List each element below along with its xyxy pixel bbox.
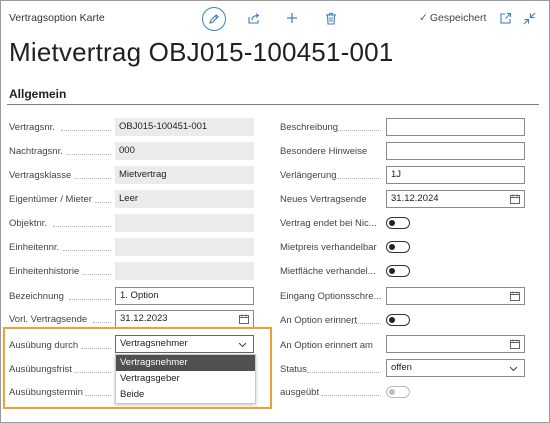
field-besondere-hinweise[interactable] bbox=[386, 142, 525, 160]
toggle-knob bbox=[389, 220, 395, 226]
toggle-mietpreis-verhandelbar[interactable] bbox=[386, 241, 410, 253]
trash-icon bbox=[326, 12, 336, 25]
field-nachtragsnr[interactable]: 000 bbox=[115, 142, 254, 160]
label-an-option-erinnert-am: An Option erinnert am bbox=[280, 340, 373, 351]
field-an-option-erinnert-am[interactable] bbox=[386, 335, 525, 353]
toggle-an-option-erinnert[interactable] bbox=[386, 314, 410, 326]
leader-dots bbox=[53, 226, 111, 227]
toggle-vertrag-endet[interactable] bbox=[386, 217, 410, 229]
toggle-knob bbox=[389, 317, 395, 323]
share-button[interactable] bbox=[246, 10, 262, 26]
label-vorl-vertragsende: Vorl. Vertragsende bbox=[9, 314, 88, 325]
toggle-knob bbox=[389, 389, 395, 395]
leader-dots bbox=[307, 372, 381, 373]
saved-status-label: Gespeichert bbox=[429, 12, 487, 24]
checkmark-icon: ✓ bbox=[419, 12, 428, 24]
field-vertragsklasse[interactable]: Mietvertrag bbox=[115, 166, 254, 184]
page-caption: Vertragsoption Karte bbox=[9, 12, 105, 24]
calendar-icon[interactable] bbox=[510, 291, 520, 301]
field-verlaengerung-value: 1J bbox=[391, 169, 402, 180]
leader-dots bbox=[337, 130, 381, 131]
label-einheitenhistorie: Einheitenhistorie bbox=[9, 266, 80, 277]
leader-dots bbox=[83, 274, 111, 275]
field-verlaengerung[interactable]: 1J bbox=[386, 166, 525, 184]
leader-dots bbox=[95, 202, 111, 203]
calendar-icon[interactable] bbox=[510, 194, 520, 204]
delete-button[interactable] bbox=[323, 10, 339, 26]
label-beschreibung: Beschreibung bbox=[280, 122, 339, 133]
section-divider bbox=[7, 104, 539, 105]
toggle-knob bbox=[389, 268, 395, 274]
chevron-down-icon bbox=[509, 366, 518, 372]
field-einheitennr[interactable] bbox=[115, 238, 254, 256]
calendar-icon[interactable] bbox=[510, 339, 520, 349]
label-einheitennr: Einheitennr. bbox=[9, 242, 60, 253]
leader-dots bbox=[75, 178, 111, 179]
label-nachtragsnr: Nachtragsnr. bbox=[9, 146, 63, 157]
field-eingang-optionsschreiben[interactable] bbox=[386, 287, 525, 305]
field-neues-vertragsende[interactable]: 31.12.2024 bbox=[386, 190, 525, 208]
leader-dots bbox=[93, 322, 111, 323]
label-mietflaeche-verhandelbar: Mietfläche verhandel... bbox=[280, 266, 376, 277]
field-beschreibung[interactable] bbox=[386, 118, 525, 136]
field-vorl-vertragsende[interactable]: 31.12.2023 bbox=[115, 310, 254, 328]
edit-icon bbox=[209, 14, 219, 24]
label-besondere-hinweise: Besondere Hinweise bbox=[280, 146, 368, 157]
section-title-allgemein[interactable]: Allgemein bbox=[9, 87, 66, 101]
label-verlaengerung: Verlängerung bbox=[280, 170, 337, 181]
page-title: Mietvertrag OBJ015-100451-001 bbox=[9, 37, 394, 67]
toggle-mietflaeche-verhandelbar[interactable] bbox=[386, 265, 410, 277]
label-neues-vertragsende: Neues Vertragsende bbox=[280, 194, 367, 205]
plus-icon bbox=[287, 13, 297, 23]
label-mietpreis-verhandelbar: Mietpreis verhandelbar bbox=[280, 242, 377, 253]
saved-status: ✓ Gespeichert bbox=[419, 12, 486, 24]
label-objektnr: Objektnr. bbox=[9, 218, 48, 229]
label-vertragsklasse: Vertragsklasse bbox=[9, 170, 72, 181]
field-vertragsnr[interactable]: OBJ015-100451-001 bbox=[115, 118, 254, 136]
calendar-icon[interactable] bbox=[239, 314, 249, 324]
option-vertragsgeber[interactable]: Vertragsgeber bbox=[116, 371, 255, 387]
leader-dots bbox=[67, 154, 111, 155]
leader-dots bbox=[61, 130, 111, 131]
field-objektnr[interactable] bbox=[115, 214, 254, 232]
label-eigentuemer-mieter: Eigentümer / Mieter bbox=[9, 194, 92, 205]
card-page: Vertragsoption Karte ✓ Gespeichert Mietv… bbox=[0, 0, 550, 423]
leader-dots bbox=[69, 299, 111, 300]
open-new-window-icon bbox=[499, 12, 511, 24]
label-vertragsnr: Vertragsnr. bbox=[9, 122, 55, 133]
label-ausgeuebt: ausgeübt bbox=[280, 387, 320, 398]
field-einheitenhistorie[interactable] bbox=[115, 262, 254, 280]
leader-dots bbox=[351, 323, 381, 324]
label-eingang-optionsschreiben: Eingang Optionsschre... bbox=[280, 291, 382, 302]
share-icon bbox=[248, 13, 260, 24]
option-beide[interactable]: Beide bbox=[116, 387, 255, 403]
select-status[interactable]: offen bbox=[386, 359, 525, 377]
label-an-option-erinnert: An Option erinnert bbox=[280, 315, 358, 326]
dropdown-list-ausuebung-durch: Vertragsnehmer Vertragsgeber Beide bbox=[115, 354, 256, 404]
select-status-value: offen bbox=[391, 362, 412, 373]
edit-button[interactable] bbox=[202, 7, 226, 31]
toggle-ausgeuebt bbox=[386, 386, 410, 398]
label-vertrag-endet: Vertrag endet bei Nic... bbox=[280, 218, 377, 229]
field-bezeichnung-value: 1. Option bbox=[120, 290, 159, 301]
field-neues-vertragsende-value: 31.12.2024 bbox=[391, 193, 439, 204]
option-vertragsnehmer[interactable]: Vertragsnehmer bbox=[116, 355, 255, 371]
top-bar: Vertragsoption Karte ✓ Gespeichert bbox=[1, 1, 549, 37]
label-bezeichnung: Bezeichnung bbox=[9, 291, 64, 302]
leader-dots bbox=[321, 395, 381, 396]
field-eigentuemer-mieter[interactable]: Leer bbox=[115, 190, 254, 208]
label-status: Status bbox=[280, 364, 307, 375]
field-vorl-vertragsende-value: 31.12.2023 bbox=[120, 313, 168, 324]
collapse-button[interactable] bbox=[522, 11, 536, 25]
toggle-knob bbox=[389, 244, 395, 250]
leader-dots bbox=[335, 178, 381, 179]
collapse-icon bbox=[523, 12, 535, 24]
open-new-window-button[interactable] bbox=[498, 11, 512, 25]
leader-dots bbox=[63, 250, 111, 251]
field-bezeichnung[interactable]: 1. Option bbox=[115, 287, 254, 305]
new-button[interactable] bbox=[284, 10, 300, 26]
